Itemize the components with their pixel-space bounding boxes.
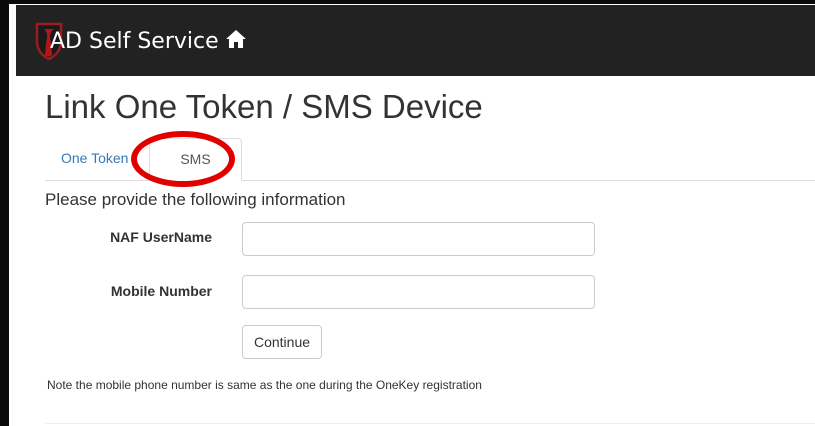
page-title: Link One Token / SMS Device (45, 88, 483, 125)
naf-username-input[interactable] (242, 222, 595, 256)
brand-title: AD Self Service (50, 29, 247, 54)
window-left-border (0, 0, 9, 426)
continue-button[interactable]: Continue (242, 325, 322, 359)
mobile-number-input[interactable] (242, 275, 595, 309)
naf-username-label: NAF UserName (110, 229, 212, 245)
tab-sms[interactable]: SMS (149, 138, 242, 181)
app-window: AD Self Service Link One Token / SMS Dev… (0, 0, 815, 426)
bottom-divider (45, 423, 815, 424)
registration-note: Note the mobile phone number is same as … (47, 378, 482, 392)
form-heading: Please provide the following information (45, 190, 346, 209)
tab-bar: One Token SMS (45, 138, 815, 181)
mobile-number-label: Mobile Number (110, 283, 212, 299)
top-navbar: AD Self Service (16, 5, 815, 76)
window-top-border (0, 0, 815, 4)
tab-one-token[interactable]: One Token (45, 138, 144, 179)
home-icon[interactable] (225, 29, 247, 49)
brand-link[interactable]: AD Self Service (34, 21, 246, 61)
